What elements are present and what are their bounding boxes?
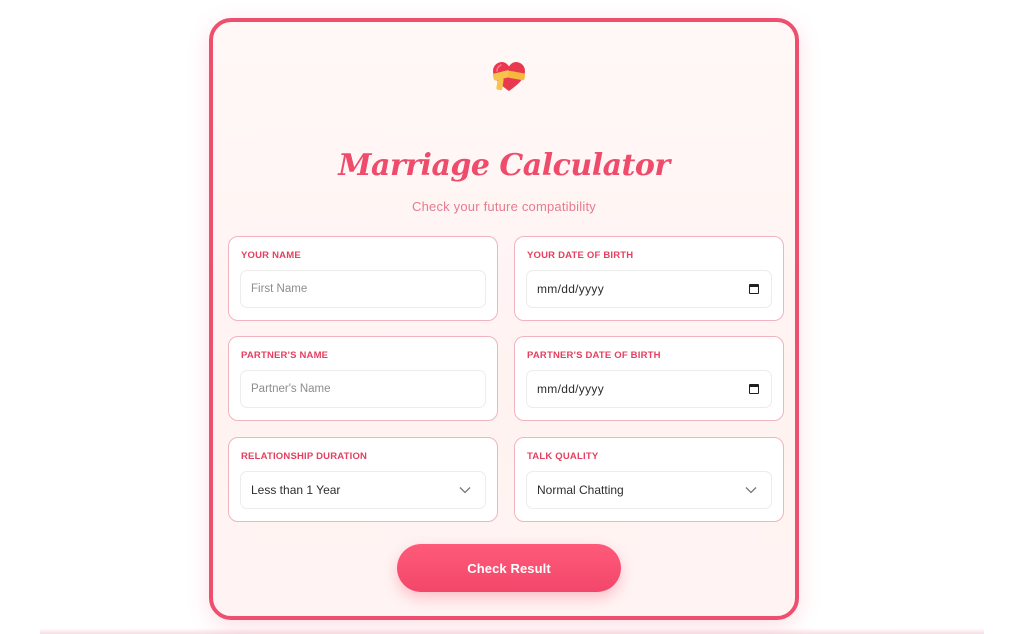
chevron-down-icon [459, 487, 471, 494]
your-name-card: YOUR NAME [228, 236, 498, 321]
your-name-label: YOUR NAME [241, 250, 301, 261]
partner-dob-label: PARTNER'S DATE OF BIRTH [527, 350, 661, 361]
calculator-card: Marriage Calculator Check your future co… [209, 18, 799, 620]
partner-dob-card: PARTNER'S DATE OF BIRTH mm/dd/yyyy [514, 336, 784, 421]
partner-name-card: PARTNER'S NAME [228, 336, 498, 421]
your-dob-label: YOUR DATE OF BIRTH [527, 250, 634, 261]
talk-quality-label: TALK QUALITY [527, 451, 599, 462]
page: Marriage Calculator Check your future co… [0, 0, 1024, 634]
talk-quality-select[interactable]: Normal Chatting [526, 471, 772, 509]
your-dob-input[interactable]: mm/dd/yyyy [526, 270, 772, 308]
your-dob-card: YOUR DATE OF BIRTH mm/dd/yyyy [514, 236, 784, 321]
relationship-duration-select[interactable]: Less than 1 Year [240, 471, 486, 509]
relationship-duration-card: RELATIONSHIP DURATION Less than 1 Year [228, 437, 498, 522]
your-dob-value: mm/dd/yyyy [537, 282, 605, 296]
your-name-input[interactable] [240, 270, 486, 308]
partner-dob-input[interactable]: mm/dd/yyyy [526, 370, 772, 408]
chevron-down-icon [745, 487, 757, 494]
page-subtitle: Check your future compatibility [412, 199, 596, 214]
calendar-icon[interactable] [749, 284, 759, 294]
partner-dob-value: mm/dd/yyyy [537, 382, 605, 396]
check-result-button[interactable]: Check Result [397, 544, 621, 592]
talk-quality-value: Normal Chatting [537, 483, 624, 497]
partner-name-input[interactable] [240, 370, 486, 408]
partner-name-label: PARTNER'S NAME [241, 350, 329, 361]
floor-shadow [40, 628, 984, 634]
page-title: Marriage Calculator [338, 148, 670, 183]
talk-quality-card: TALK QUALITY Normal Chatting [514, 437, 784, 522]
relationship-duration-value: Less than 1 Year [251, 483, 341, 497]
heart-with-bandage-icon [492, 62, 526, 91]
relationship-duration-label: RELATIONSHIP DURATION [241, 451, 368, 462]
calendar-icon[interactable] [749, 384, 759, 394]
